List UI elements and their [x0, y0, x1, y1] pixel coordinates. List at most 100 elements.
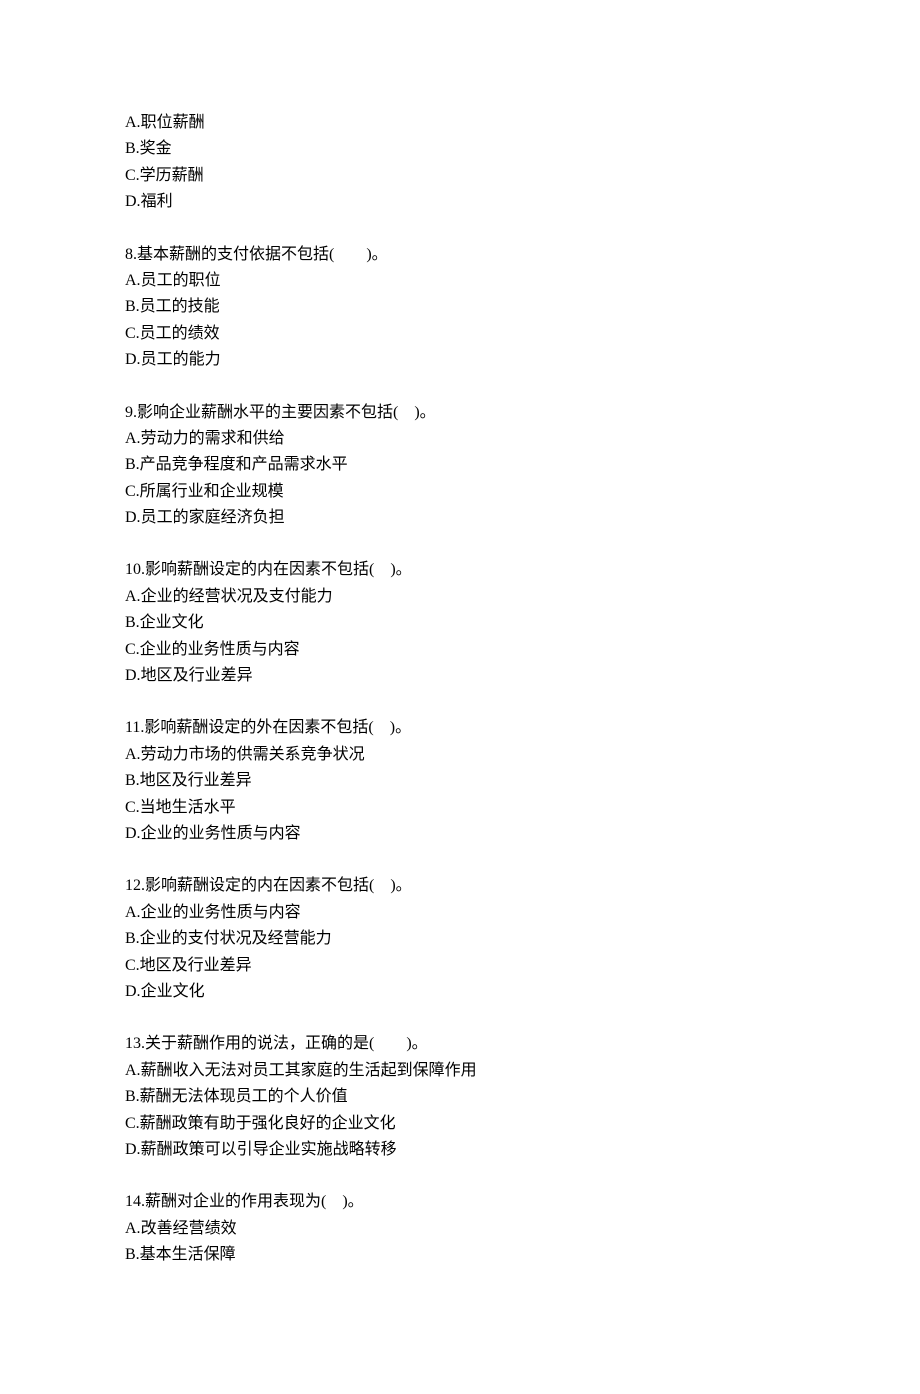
option-label: A.: [125, 430, 141, 447]
option-label: A.: [125, 114, 141, 131]
question-stem: 12.影响薪酬设定的内在因素不包括( )。: [125, 873, 800, 899]
option-text: 基本生活保障: [140, 1246, 236, 1263]
option-line: D.员工的能力: [125, 347, 800, 373]
option-line: B.企业的支付状况及经营能力: [125, 926, 800, 952]
question-number: 13.: [125, 1035, 145, 1052]
question-number: 9.: [125, 404, 137, 421]
question-stem: 14.薪酬对企业的作用表现为( )。: [125, 1189, 800, 1215]
question-number: 11.: [125, 719, 144, 736]
question-text: 薪酬对企业的作用表现为( )。: [145, 1193, 364, 1210]
question-number: 14.: [125, 1193, 145, 1210]
option-text: 薪酬无法体现员工的个人价值: [140, 1088, 348, 1105]
question-number: 12.: [125, 877, 145, 894]
option-label: A.: [125, 1220, 141, 1237]
option-line: A.员工的职位: [125, 268, 800, 294]
option-line: B.企业文化: [125, 610, 800, 636]
option-text: 企业的支付状况及经营能力: [140, 930, 332, 947]
option-line: C.所属行业和企业规模: [125, 479, 800, 505]
option-label: C.: [125, 1115, 140, 1132]
option-label: D.: [125, 351, 141, 368]
option-line: D.企业文化: [125, 979, 800, 1005]
option-line: D.企业的业务性质与内容: [125, 821, 800, 847]
question-block: 10.影响薪酬设定的内在因素不包括( )。 A.企业的经营状况及支付能力 B.企…: [125, 557, 800, 689]
option-line: C.员工的绩效: [125, 321, 800, 347]
option-label: D.: [125, 509, 141, 526]
option-text: 企业的业务性质与内容: [141, 904, 301, 921]
option-text: 改善经营绩效: [141, 1220, 237, 1237]
option-line: C.企业的业务性质与内容: [125, 637, 800, 663]
option-text: 员工的家庭经济负担: [141, 509, 285, 526]
option-text: 员工的技能: [140, 298, 220, 315]
option-line: B.基本生活保障: [125, 1242, 800, 1268]
option-text: 职位薪酬: [141, 114, 205, 131]
option-line: A.劳动力的需求和供给: [125, 426, 800, 452]
question-block: 9.影响企业薪酬水平的主要因素不包括( )。 A.劳动力的需求和供给 B.产品竞…: [125, 400, 800, 532]
option-label: B.: [125, 930, 140, 947]
question-number: 10.: [125, 561, 145, 578]
question-stem: 10.影响薪酬设定的内在因素不包括( )。: [125, 557, 800, 583]
question-number: 8.: [125, 246, 137, 263]
option-text: 学历薪酬: [140, 167, 204, 184]
option-line: A.改善经营绩效: [125, 1216, 800, 1242]
option-line: B.薪酬无法体现员工的个人价值: [125, 1084, 800, 1110]
option-label: A.: [125, 272, 141, 289]
option-text: 所属行业和企业规模: [140, 483, 284, 500]
option-label: A.: [125, 904, 141, 921]
question-text: 影响薪酬设定的外在因素不包括( )。: [144, 719, 411, 736]
option-line: A.企业的业务性质与内容: [125, 900, 800, 926]
option-text: 产品竞争程度和产品需求水平: [140, 456, 348, 473]
option-line: B.奖金: [125, 136, 800, 162]
option-text: 企业的业务性质与内容: [140, 641, 300, 658]
option-line: A.劳动力市场的供需关系竞争状况: [125, 742, 800, 768]
option-label: C.: [125, 799, 140, 816]
option-text: 薪酬政策可以引导企业实施战略转移: [141, 1141, 397, 1158]
option-text: 企业的业务性质与内容: [141, 825, 301, 842]
question-stem: 9.影响企业薪酬水平的主要因素不包括( )。: [125, 400, 800, 426]
question-block-partial: A.职位薪酬 B.奖金 C.学历薪酬 D.福利: [125, 110, 800, 216]
option-label: C.: [125, 957, 140, 974]
option-label: A.: [125, 746, 141, 763]
option-text: 企业文化: [140, 614, 204, 631]
option-label: B.: [125, 456, 140, 473]
option-text: 企业文化: [141, 983, 205, 1000]
question-text: 影响企业薪酬水平的主要因素不包括( )。: [137, 404, 436, 421]
option-line: A.职位薪酬: [125, 110, 800, 136]
question-stem: 8.基本薪酬的支付依据不包括( )。: [125, 242, 800, 268]
option-text: 员工的绩效: [140, 325, 220, 342]
option-line: C.薪酬政策有助于强化良好的企业文化: [125, 1111, 800, 1137]
option-label: C.: [125, 325, 140, 342]
option-line: B.地区及行业差异: [125, 768, 800, 794]
question-block: 13.关于薪酬作用的说法，正确的是( )。 A.薪酬收入无法对员工其家庭的生活起…: [125, 1031, 800, 1163]
option-text: 当地生活水平: [140, 799, 236, 816]
option-label: B.: [125, 772, 140, 789]
question-text: 关于薪酬作用的说法，正确的是( )。: [145, 1035, 428, 1052]
option-line: B.产品竞争程度和产品需求水平: [125, 452, 800, 478]
question-block: 11.影响薪酬设定的外在因素不包括( )。 A.劳动力市场的供需关系竞争状况 B…: [125, 715, 800, 847]
option-label: D.: [125, 825, 141, 842]
option-label: D.: [125, 667, 141, 684]
question-text: 影响薪酬设定的内在因素不包括( )。: [145, 561, 412, 578]
option-line: C.地区及行业差异: [125, 953, 800, 979]
question-stem: 11.影响薪酬设定的外在因素不包括( )。: [125, 715, 800, 741]
option-line: B.员工的技能: [125, 294, 800, 320]
question-stem: 13.关于薪酬作用的说法，正确的是( )。: [125, 1031, 800, 1057]
option-label: B.: [125, 1088, 140, 1105]
option-label: A.: [125, 588, 141, 605]
option-label: D.: [125, 983, 141, 1000]
option-text: 员工的职位: [141, 272, 221, 289]
option-label: B.: [125, 298, 140, 315]
option-line: C.当地生活水平: [125, 795, 800, 821]
option-label: A.: [125, 1062, 141, 1079]
option-label: B.: [125, 1246, 140, 1263]
option-line: D.福利: [125, 189, 800, 215]
option-line: A.企业的经营状况及支付能力: [125, 584, 800, 610]
option-text: 企业的经营状况及支付能力: [141, 588, 333, 605]
option-line: D.地区及行业差异: [125, 663, 800, 689]
question-block: 12.影响薪酬设定的内在因素不包括( )。 A.企业的业务性质与内容 B.企业的…: [125, 873, 800, 1005]
option-line: D.薪酬政策可以引导企业实施战略转移: [125, 1137, 800, 1163]
question-text: 影响薪酬设定的内在因素不包括( )。: [145, 877, 412, 894]
question-block: 14.薪酬对企业的作用表现为( )。 A.改善经营绩效 B.基本生活保障: [125, 1189, 800, 1268]
option-label: B.: [125, 614, 140, 631]
option-text: 福利: [141, 193, 173, 210]
option-line: A.薪酬收入无法对员工其家庭的生活起到保障作用: [125, 1058, 800, 1084]
